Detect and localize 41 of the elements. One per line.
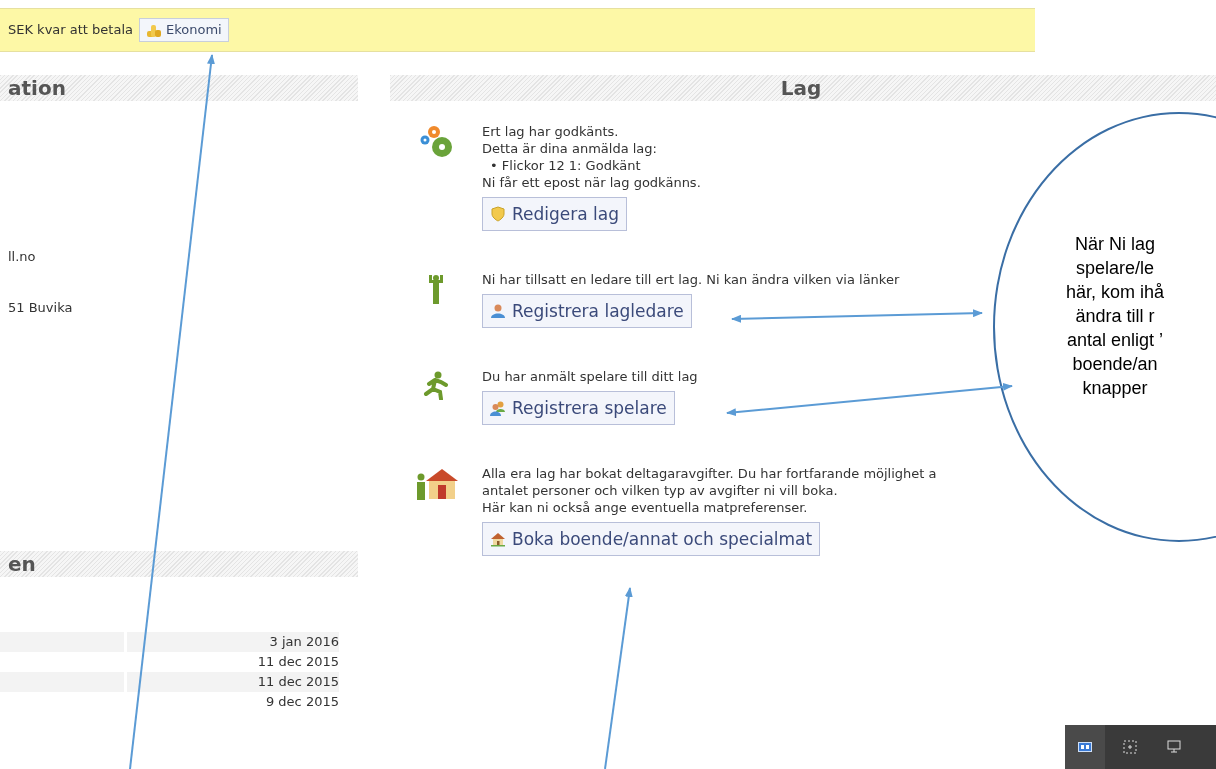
- figure-arms-up-icon: [428, 273, 444, 305]
- notice-text: SEK kvar att betala: [8, 21, 133, 40]
- monitor-icon[interactable]: [1167, 740, 1183, 754]
- action-button[interactable]: Registrera spelare: [482, 391, 675, 425]
- info-text: Ni har tillsatt en ledare till ert lag. Ni kan ändra vilken via länker: [482, 271, 900, 288]
- selection-icon[interactable]: [1123, 740, 1137, 754]
- action-button[interactable]: Redigera lag: [482, 197, 627, 231]
- annotation-text: När Ni lag: [1075, 233, 1155, 256]
- annotation-text: spelare/le: [1075, 257, 1154, 280]
- info-text: 51 Buvika: [7, 299, 74, 315]
- info-text: ll.no: [7, 248, 37, 264]
- annotation-text: boende/an: [1072, 353, 1158, 376]
- info-text: Du har anmält spelare till ditt lag: [482, 368, 698, 385]
- info-text: Ni får ett epost när lag godkänns.: [482, 174, 701, 191]
- shield-icon: [490, 206, 506, 222]
- table-cell: 11 dec 2015: [127, 672, 339, 692]
- window-icon[interactable]: [1078, 741, 1092, 753]
- house-person-icon: [414, 467, 458, 501]
- info-text: Ert lag har godkänts.: [482, 123, 620, 140]
- section-header: en: [0, 551, 358, 577]
- ekonomi-button[interactable]: Ekonomi: [139, 18, 229, 42]
- annotation-text: knapper: [1082, 377, 1148, 400]
- team-list-item: • Flickor 12 1: Godkänt: [489, 157, 642, 174]
- running-figure-icon: [421, 370, 451, 400]
- people-icon: [490, 400, 506, 416]
- house-icon: [490, 531, 506, 547]
- annotation-text: här, kom ihå: [1065, 281, 1165, 304]
- coins-icon: [146, 22, 162, 38]
- table-cell: 3 jan 2016: [127, 632, 339, 652]
- info-text: Alla era lag har bokat deltagaravgifter. Du har fortfarande möjlighet a: [482, 465, 937, 482]
- gears-icon: [418, 125, 454, 159]
- annotation-text: antal enligt ’: [1066, 329, 1164, 352]
- section-header: Lag: [390, 75, 1216, 101]
- action-button[interactable]: Boka boende/annat och specialmat: [482, 522, 821, 556]
- info-text: Här kan ni också ange eventuella matpreferenser.: [482, 499, 809, 516]
- person-icon: [490, 303, 506, 319]
- action-button[interactable]: Registrera lagledare: [482, 294, 692, 328]
- info-text: antalet personer och vilken typ av avgifter ni vill boka.: [482, 482, 839, 499]
- section-header: ation: [0, 75, 358, 101]
- annotation-text: ändra till r: [1075, 305, 1155, 328]
- info-text: Detta är dina anmälda lag:: [482, 140, 658, 157]
